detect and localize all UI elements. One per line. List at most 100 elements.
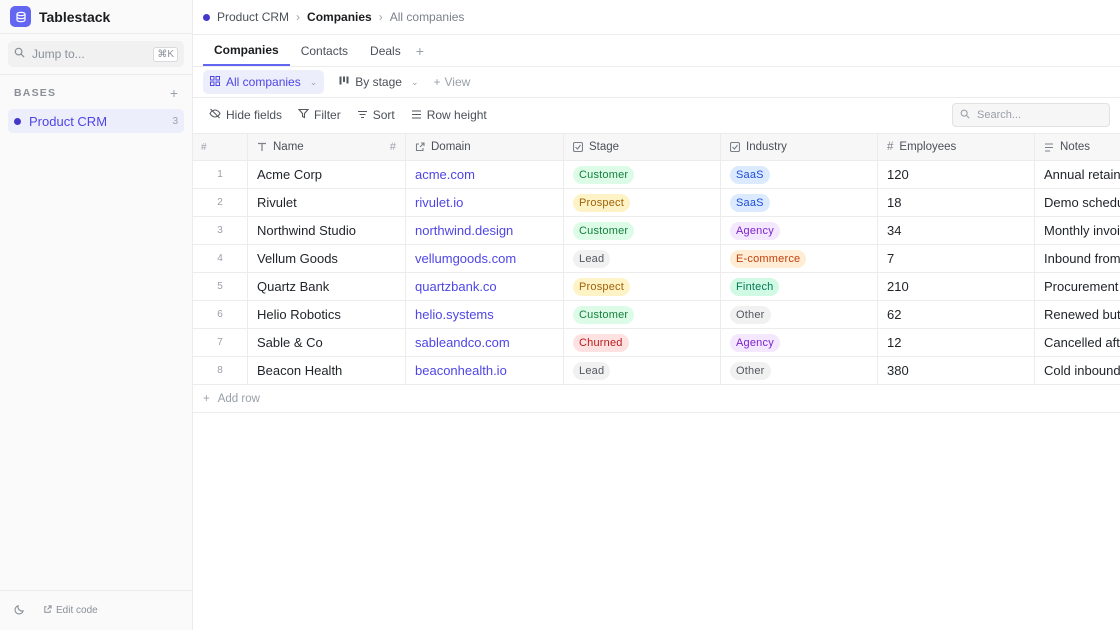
plus-icon: + <box>433 75 441 89</box>
domain-link[interactable]: beaconhealth.io <box>415 363 507 378</box>
cell-employees[interactable]: 210 <box>878 273 1035 300</box>
cell-industry[interactable]: Agency <box>721 217 878 244</box>
column-header-domain[interactable]: Domain <box>406 134 564 160</box>
cell-notes[interactable]: Renewed but p <box>1035 301 1120 328</box>
industry-badge: Other <box>730 305 771 324</box>
cell-name[interactable]: Rivulet <box>248 189 406 216</box>
tab-contacts[interactable]: Contacts <box>290 35 359 66</box>
cell-stage[interactable]: Customer <box>564 217 721 244</box>
domain-link[interactable]: rivulet.io <box>415 195 463 210</box>
cell-name[interactable]: Sable & Co <box>248 329 406 356</box>
grid-icon <box>210 75 220 89</box>
cell-domain[interactable]: vellumgoods.com <box>406 245 564 272</box>
table-row[interactable]: 6 Helio Robotics helio.systems Customer Othe… <box>193 301 1120 329</box>
cell-domain[interactable]: quartzbank.co <box>406 273 564 300</box>
row-height-button[interactable]: Row height <box>411 108 487 122</box>
search-input[interactable]: Search... <box>952 103 1110 127</box>
view-by-stage[interactable]: By stage ⌄ <box>332 70 425 94</box>
table-row[interactable]: 8 Beacon Health beaconhealth.io Lead Other 38… <box>193 357 1120 385</box>
cell-industry[interactable]: SaaS <box>721 161 878 188</box>
cell-industry[interactable]: E-commerce <box>721 245 878 272</box>
cell-industry[interactable]: Agency <box>721 329 878 356</box>
hide-fields-button[interactable]: Hide fields <box>209 108 282 122</box>
cell-employees[interactable]: 380 <box>878 357 1035 384</box>
cell-stage[interactable]: Prospect <box>564 273 721 300</box>
table-row[interactable]: 4 Vellum Goods vellumgoods.com Lead E-commer… <box>193 245 1120 273</box>
domain-link[interactable]: vellumgoods.com <box>415 251 516 266</box>
edit-code-link[interactable]: Edit code <box>43 604 98 617</box>
table-row[interactable]: 7 Sable & Co sableandco.com Churned Agency 12… <box>193 329 1120 357</box>
jump-to-input[interactable]: Jump to... ⌘K <box>8 41 184 67</box>
cell-name[interactable]: Vellum Goods <box>248 245 406 272</box>
cell-employees[interactable]: 62 <box>878 301 1035 328</box>
moon-icon[interactable] <box>14 604 25 618</box>
cell-name[interactable]: Acme Corp <box>248 161 406 188</box>
cell-notes[interactable]: Annual retainer <box>1035 161 1120 188</box>
column-header-industry[interactable]: Industry <box>721 134 878 160</box>
cell-industry[interactable]: Other <box>721 301 878 328</box>
column-header-name[interactable]: Name # <box>248 134 406 160</box>
cell-domain[interactable]: sableandco.com <box>406 329 564 356</box>
view-all-companies[interactable]: All companies ⌄ <box>203 70 325 94</box>
cell-domain[interactable]: helio.systems <box>406 301 564 328</box>
domain-link[interactable]: quartzbank.co <box>415 279 497 294</box>
cell-notes[interactable]: Inbound from <box>1035 245 1120 272</box>
cell-notes[interactable]: Cancelled after <box>1035 329 1120 356</box>
add-view-button[interactable]: + View <box>434 75 471 89</box>
brand[interactable]: Tablestack <box>0 0 192 34</box>
cell-stage[interactable]: Prospect <box>564 189 721 216</box>
stage-badge: Customer <box>573 221 635 240</box>
link-icon <box>415 142 425 152</box>
cell-stage[interactable]: Lead <box>564 245 721 272</box>
text-type-icon <box>257 142 267 152</box>
cell-employees[interactable]: 34 <box>878 217 1035 244</box>
table-row[interactable]: 1 Acme Corp acme.com Customer SaaS 120 Annual … <box>193 161 1120 189</box>
sort-button[interactable]: Sort <box>357 108 395 122</box>
cell-domain[interactable]: northwind.design <box>406 217 564 244</box>
column-header-employees[interactable]: # Employees <box>878 134 1035 160</box>
cell-employees[interactable]: 7 <box>878 245 1035 272</box>
number-type-icon: # <box>887 141 894 153</box>
table-row[interactable]: 2 Rivulet rivulet.io Prospect SaaS 18 Demo sch… <box>193 189 1120 217</box>
cell-name[interactable]: Quartz Bank <box>248 273 406 300</box>
industry-badge: SaaS <box>730 165 770 184</box>
cell-employees[interactable]: 18 <box>878 189 1035 216</box>
domain-link[interactable]: sableandco.com <box>415 335 510 350</box>
add-table-icon[interactable]: + <box>412 35 428 66</box>
add-row-button[interactable]: + Add row <box>193 385 1120 413</box>
sidebar-item-product-crm[interactable]: Product CRM 3 <box>8 109 184 133</box>
cell-domain[interactable]: beaconhealth.io <box>406 357 564 384</box>
table-row[interactable]: 5 Quartz Bank quartzbank.co Prospect Fintech… <box>193 273 1120 301</box>
filter-button[interactable]: Filter <box>297 108 341 122</box>
cell-notes[interactable]: Procurement - <box>1035 273 1120 300</box>
domain-link[interactable]: northwind.design <box>415 223 513 238</box>
cell-domain[interactable]: rivulet.io <box>406 189 564 216</box>
column-header-notes[interactable]: Notes <box>1035 134 1120 160</box>
breadcrumb-table[interactable]: Companies <box>307 10 372 24</box>
cell-domain[interactable]: acme.com <box>406 161 564 188</box>
search-icon <box>960 109 970 122</box>
tab-deals[interactable]: Deals <box>359 35 412 66</box>
table-row[interactable]: 3 Northwind Studio northwind.design Custome… <box>193 217 1120 245</box>
domain-link[interactable]: acme.com <box>415 167 475 182</box>
cell-industry[interactable]: SaaS <box>721 189 878 216</box>
column-header-stage[interactable]: Stage <box>564 134 721 160</box>
cell-notes[interactable]: Cold inbound. <box>1035 357 1120 384</box>
cell-industry[interactable]: Other <box>721 357 878 384</box>
cell-employees[interactable]: 120 <box>878 161 1035 188</box>
cell-name[interactable]: Helio Robotics <box>248 301 406 328</box>
cell-employees[interactable]: 12 <box>878 329 1035 356</box>
cell-name[interactable]: Beacon Health <box>248 357 406 384</box>
breadcrumb-base[interactable]: Product CRM <box>217 10 289 24</box>
cell-industry[interactable]: Fintech <box>721 273 878 300</box>
cell-notes[interactable]: Monthly invoice <box>1035 217 1120 244</box>
cell-stage[interactable]: Churned <box>564 329 721 356</box>
cell-notes[interactable]: Demo scheduled <box>1035 189 1120 216</box>
add-base-icon[interactable]: + <box>170 86 178 100</box>
cell-stage[interactable]: Customer <box>564 301 721 328</box>
domain-link[interactable]: helio.systems <box>415 307 494 322</box>
tab-companies[interactable]: Companies <box>203 35 290 66</box>
cell-stage[interactable]: Lead <box>564 357 721 384</box>
cell-name[interactable]: Northwind Studio <box>248 217 406 244</box>
cell-stage[interactable]: Customer <box>564 161 721 188</box>
